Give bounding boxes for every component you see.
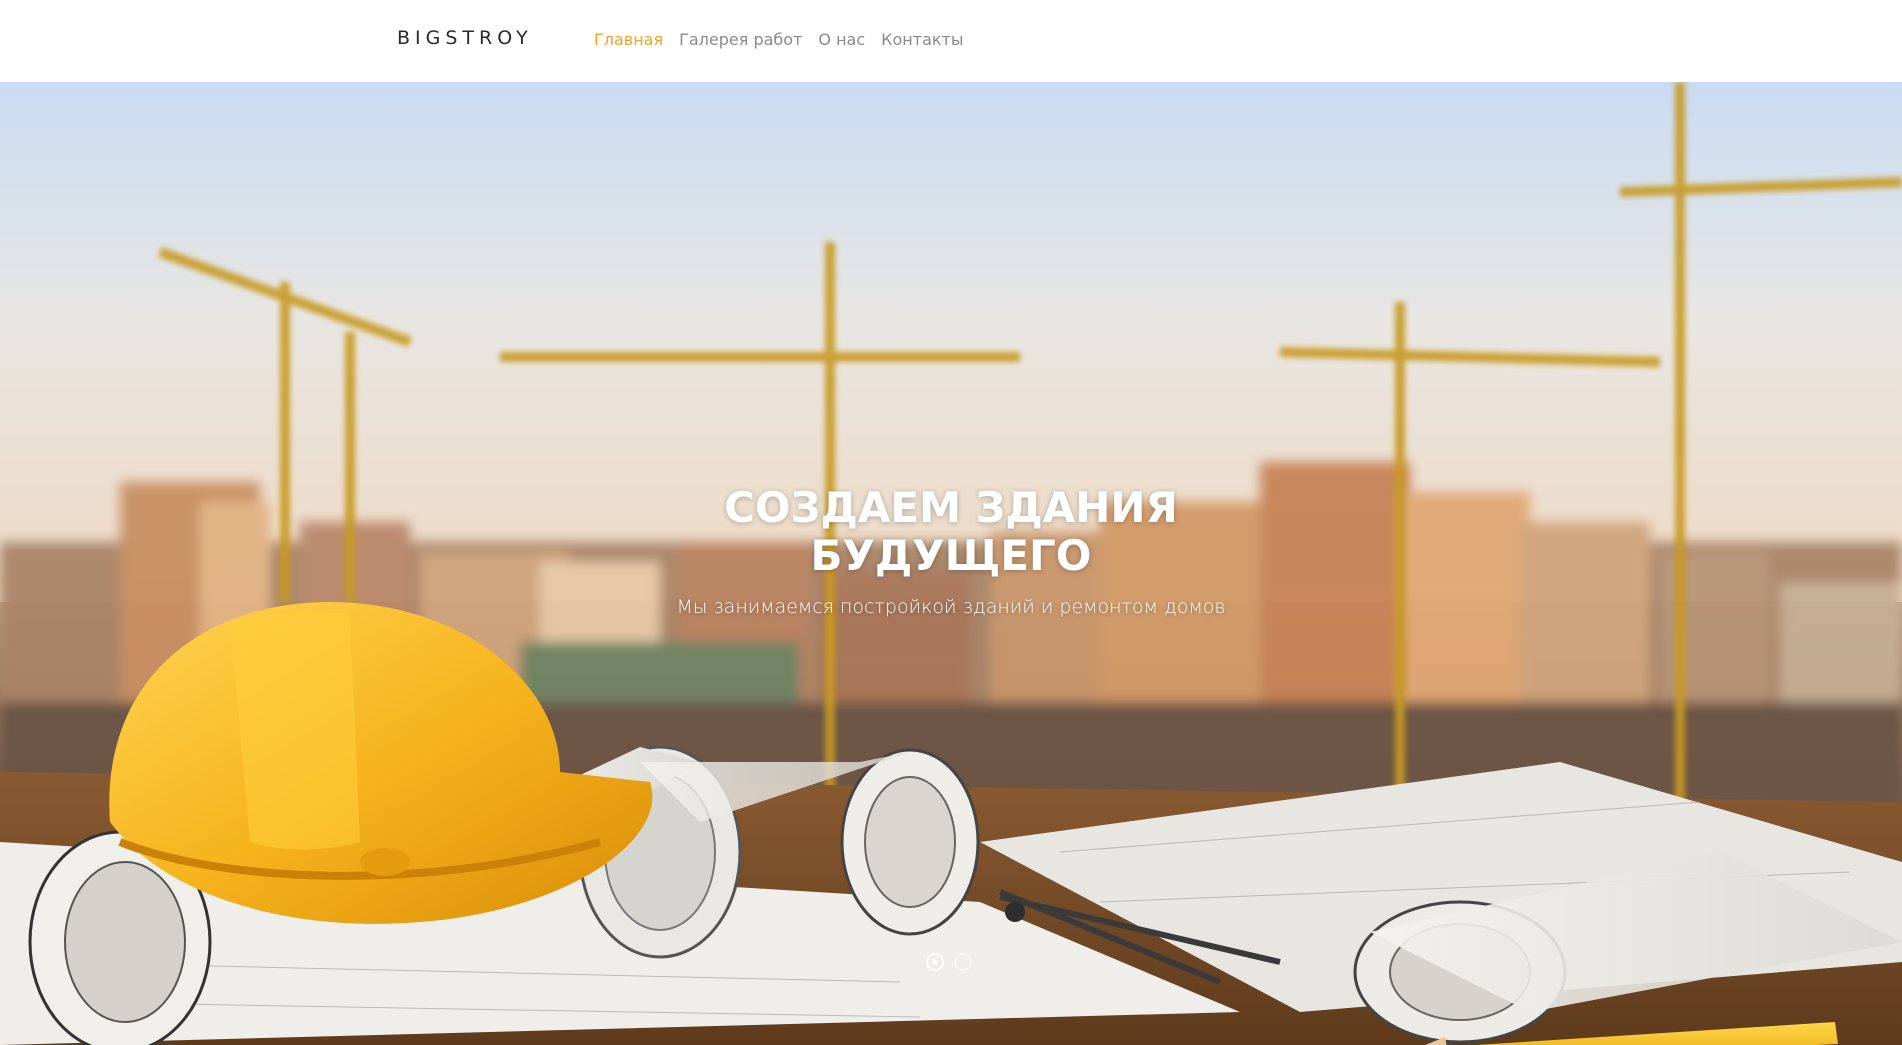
main-nav: Главная Галерея работ О нас Контакты [594,30,964,49]
hero-caption: Создаем здания будущего Мы занимаемся по… [0,483,1902,619]
hero-slider: Создаем здания будущего Мы занимаемся по… [0,82,1902,1045]
nav-link-home[interactable]: Главная [594,30,663,49]
site-logo[interactable]: BIGSTROY [397,27,533,49]
nav-link-contacts[interactable]: Контакты [881,30,963,49]
slider-dot-1[interactable] [926,953,944,971]
hero-subtitle: Мы занимаемся постройкой зданий и ремонт… [676,596,1226,618]
site-header: BIGSTROY Главная Галерея работ О нас Кон… [0,0,1902,82]
nav-link-about[interactable]: О нас [818,30,865,49]
hero-title: Создаем здания будущего [724,483,1178,580]
slider-dot-2[interactable] [954,953,972,971]
nav-link-gallery[interactable]: Галерея работ [679,30,802,49]
slider-pagination [926,953,972,971]
